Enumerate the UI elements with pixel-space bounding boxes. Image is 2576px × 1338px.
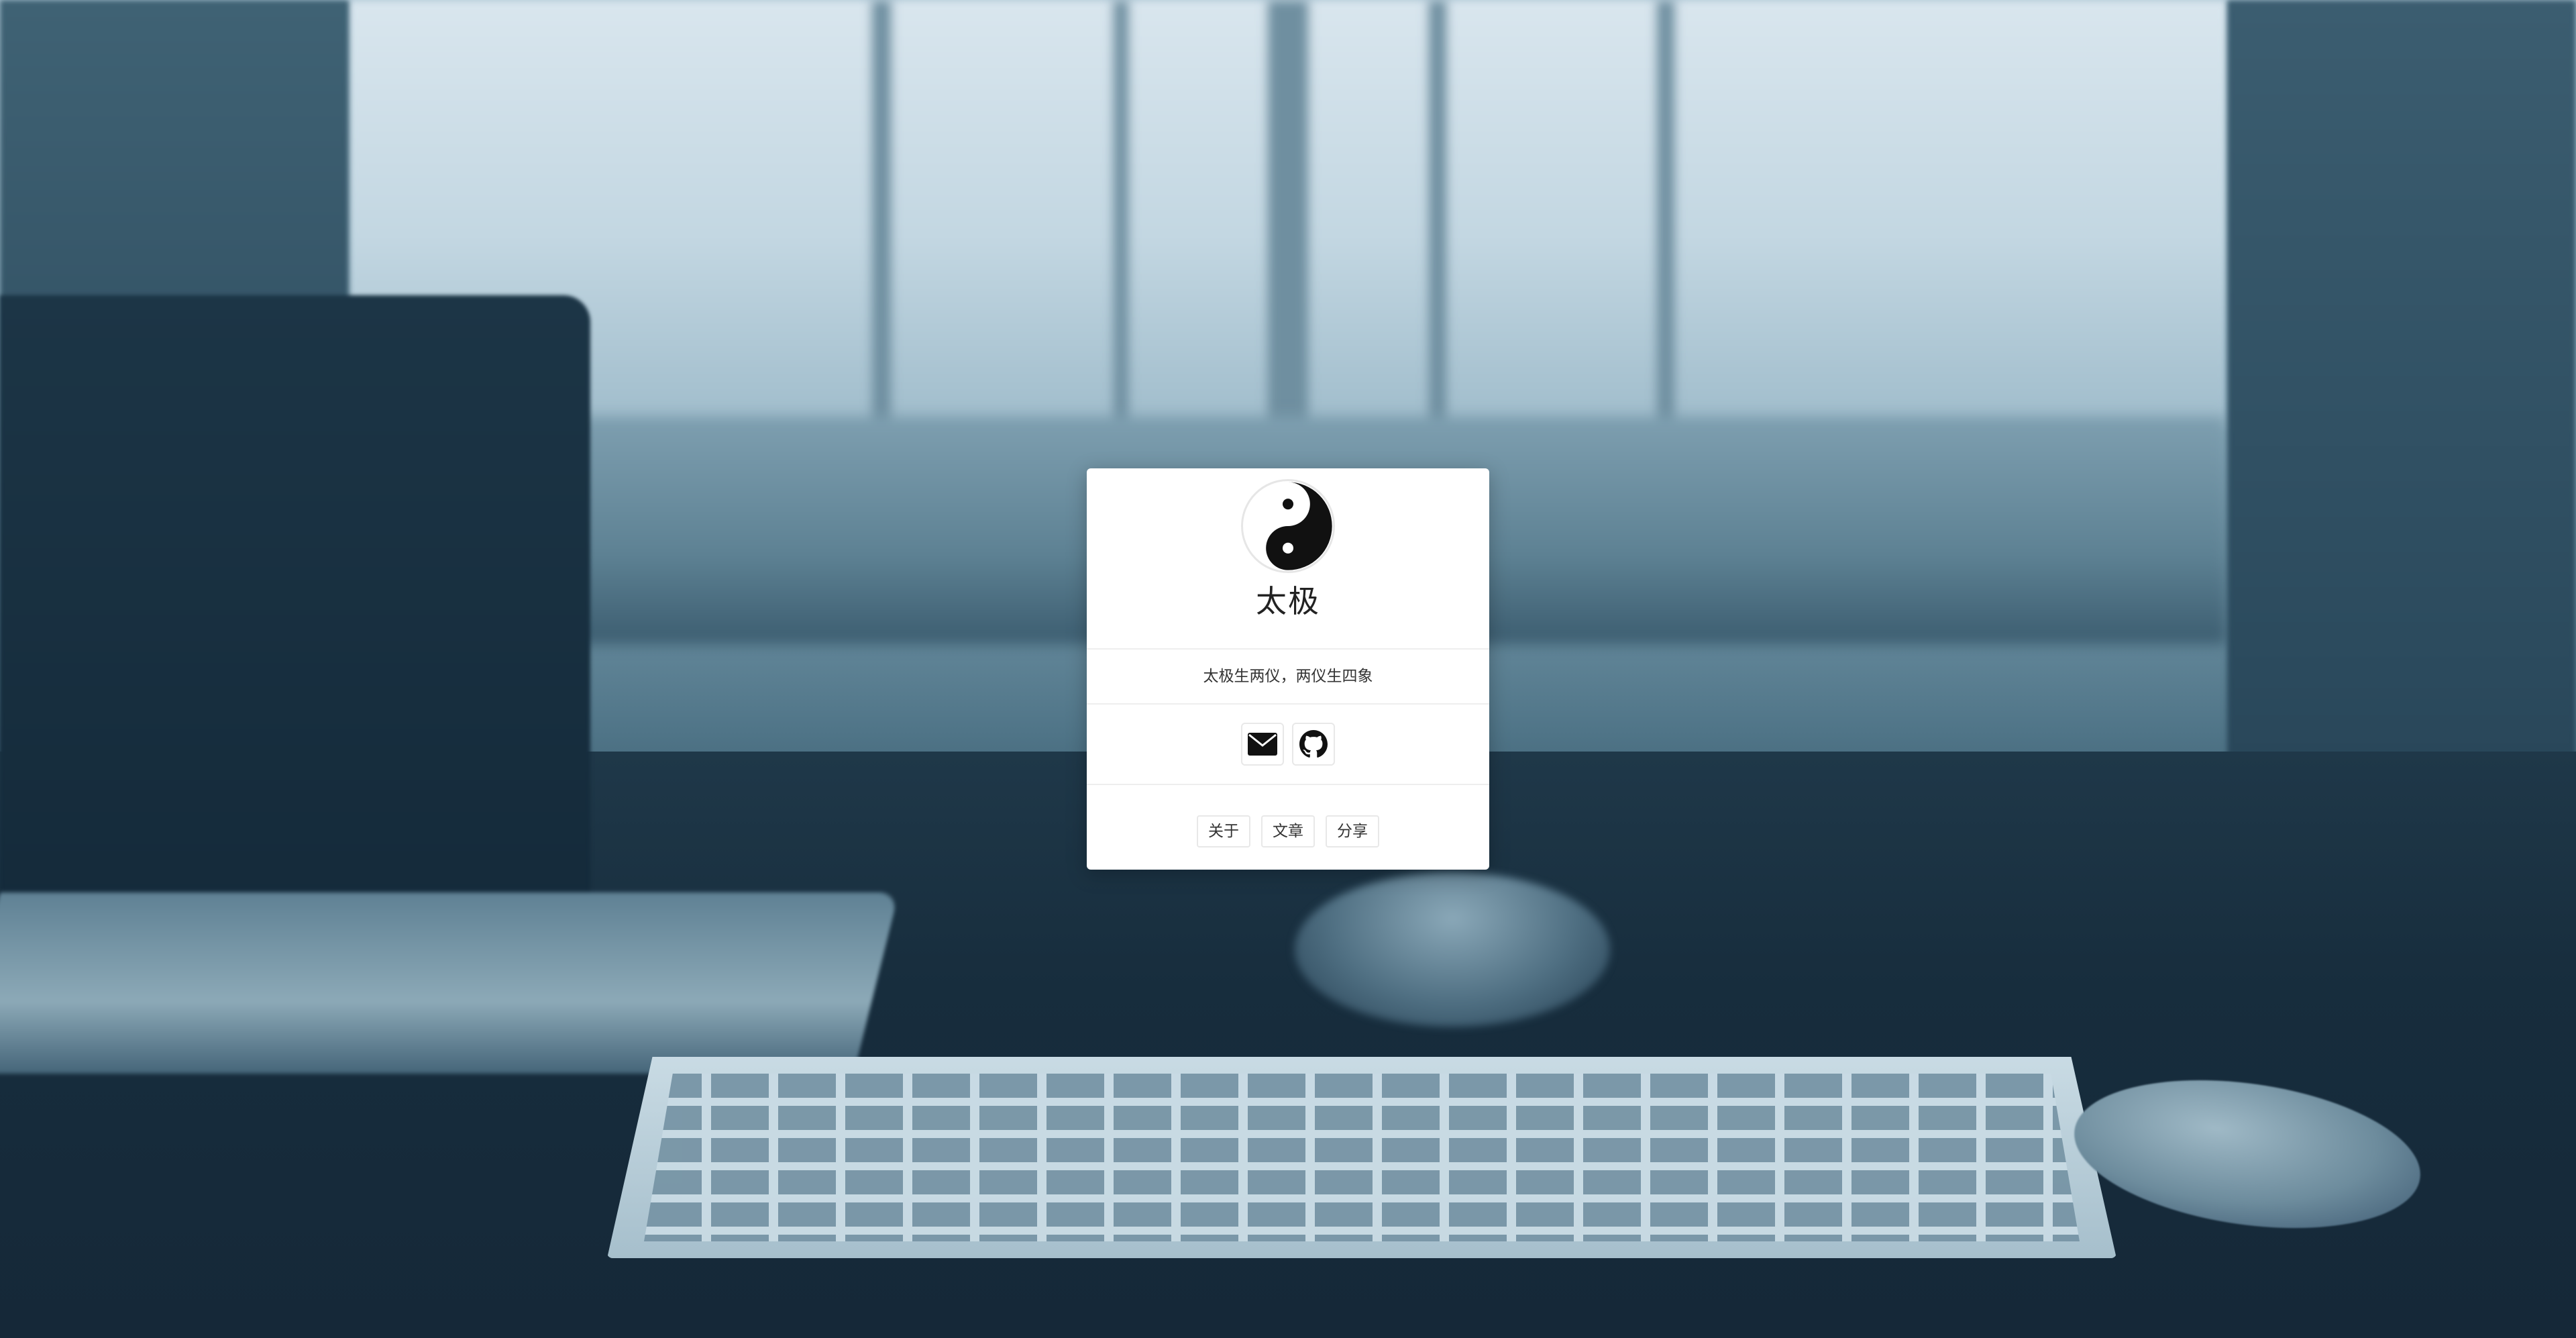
window-mullion bbox=[872, 0, 891, 429]
articles-button[interactable]: 文章 bbox=[1261, 815, 1315, 847]
social-links bbox=[1087, 705, 1489, 785]
profile-card: 太极 太极生两仪，两仪生四象 关于 文章 分享 bbox=[1087, 468, 1489, 870]
github-icon bbox=[1299, 730, 1328, 758]
window-mullion bbox=[1429, 0, 1446, 429]
about-button[interactable]: 关于 bbox=[1197, 815, 1250, 847]
laptop bbox=[0, 295, 590, 926]
profile-name: 太极 bbox=[1256, 583, 1320, 619]
profile-header: 太极 bbox=[1087, 468, 1489, 650]
keyboard-keys bbox=[644, 1074, 2080, 1241]
laptop-base bbox=[0, 892, 900, 1074]
envelope-icon bbox=[1248, 733, 1277, 756]
github-button[interactable] bbox=[1292, 723, 1335, 766]
email-button[interactable] bbox=[1241, 723, 1284, 766]
cup bbox=[1295, 872, 1610, 1027]
profile-motto: 太极生两仪，两仪生四象 bbox=[1087, 650, 1489, 705]
background-scene: 太极 太极生两仪，两仪生四象 关于 文章 分享 bbox=[0, 0, 2576, 1338]
window-mullion bbox=[1114, 0, 1128, 429]
window-mullion bbox=[1657, 0, 1674, 429]
avatar[interactable] bbox=[1241, 479, 1335, 573]
yin-yang-icon bbox=[1244, 482, 1332, 570]
window-mullion bbox=[1268, 0, 1308, 429]
nav-bar: 关于 文章 分享 bbox=[1087, 785, 1489, 870]
share-button[interactable]: 分享 bbox=[1326, 815, 1379, 847]
